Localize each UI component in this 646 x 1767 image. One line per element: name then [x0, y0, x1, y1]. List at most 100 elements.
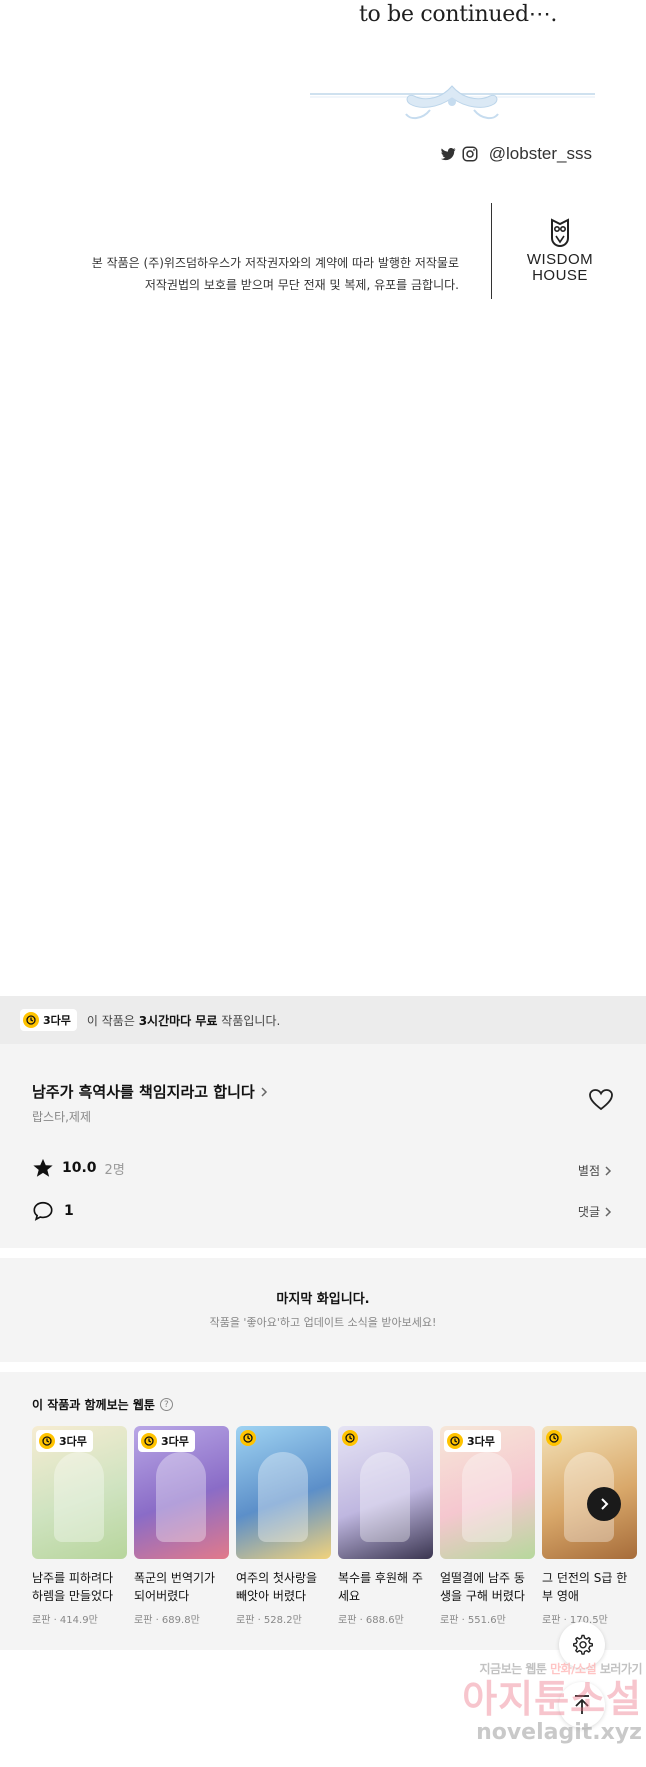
wait-free-badge-label: 3다무 — [161, 1435, 189, 1448]
cover-figure — [54, 1452, 104, 1542]
free-info-suffix: 작품입니다. — [217, 1013, 281, 1028]
series-authors: 랍스타,제제 — [32, 1110, 92, 1124]
cover-figure — [360, 1452, 410, 1542]
recommendation-title[interactable]: 남주를 피하려다 하렘을 만들었다 — [32, 1569, 127, 1605]
ornament-divider — [310, 85, 595, 120]
clock-icon — [342, 1430, 358, 1446]
carousel-next-button[interactable] — [587, 1487, 621, 1521]
help-icon[interactable]: ? — [159, 1398, 173, 1411]
series-title: 남주가 흑역사를 책임지라고 합니다 — [32, 1083, 255, 1101]
cover-thumbnail[interactable]: 3다무 — [134, 1426, 229, 1559]
free-info-banner: 3다무 이 작품은 3시간마다 무료 작품입니다. — [0, 996, 646, 1044]
recommendations: 이 작품과 함께보는 웹툰 ? 3다무남주를 피하려다 하렘을 만들었다로판 ·… — [0, 1372, 646, 1650]
last-episode-subtitle: 작품을 '좋아요'하고 업데이트 소식을 받아보세요! — [209, 1316, 437, 1329]
recommendation-meta: 로판 · 689.8만 — [134, 1615, 200, 1626]
wait-free-badge: 3다무 — [444, 1430, 501, 1452]
series-info: 남주가 흑역사를 책임지라고 합니다 랍스타,제제 10.0 2명 별점 1 댓… — [0, 1044, 646, 1248]
recommendation-card[interactable]: 복수를 후원해 주세요로판 · 688.6만 — [338, 1426, 433, 1626]
watermark-line-3: novelagit.xyz — [476, 1720, 642, 1745]
rating-link[interactable]: 별점 — [578, 1162, 612, 1179]
clock-icon — [240, 1430, 256, 1446]
cover-thumbnail[interactable] — [542, 1426, 637, 1559]
wait-free-badge: 3다무 — [138, 1430, 195, 1452]
copyright-notice: 본 작품은 (주)위즈덤하우스가 저작권자와의 계약에 따라 발행한 저작물로 … — [92, 252, 459, 296]
wait-free-badge-label: 3다무 — [43, 1014, 71, 1027]
arrow-up-icon — [575, 1695, 589, 1714]
free-info-bold: 3시간마다 무료 — [138, 1013, 218, 1028]
recommendation-title[interactable]: 얼떨결에 남주 동생을 구해 버렸다 — [440, 1569, 535, 1605]
recommendation-meta: 로판 · 688.6만 — [338, 1615, 404, 1626]
settings-button[interactable] — [559, 1622, 605, 1668]
chevron-right-icon — [605, 1165, 612, 1176]
publisher-logo: WISDOM HOUSE — [520, 218, 600, 284]
clock-icon — [23, 1012, 39, 1028]
twitter-icon[interactable] — [439, 145, 457, 163]
recommendation-card[interactable]: 3다무 남주를 피하려다 하렘을 만들었다 로판 · 414.9만 — [32, 1426, 127, 1626]
recommendation-card[interactable]: 3다무폭군의 번역기가 되어버렸다로판 · 689.8만 — [134, 1426, 229, 1626]
rating-link-label: 별점 — [577, 1164, 600, 1178]
recommendation-meta: 로판 · 528.2만 — [236, 1615, 302, 1626]
rating-count: 2명 — [104, 1162, 125, 1178]
free-info-prefix: 이 작품은 — [86, 1013, 139, 1028]
last-episode-title: 마지막 화입니다. — [276, 1292, 370, 1307]
cover-thumbnail[interactable]: 3다무 — [32, 1426, 127, 1559]
vertical-divider — [491, 203, 492, 299]
watermark: 지금보는 웹툰 만화/소설 보러가기 아지툰소설 novelagit.xyz — [442, 1660, 642, 1745]
wait-free-badge-label: 3다무 — [467, 1435, 495, 1448]
cover-figure — [462, 1452, 512, 1542]
rating-summary: 10.0 2명 — [32, 1157, 125, 1179]
wait-free-badge — [342, 1430, 358, 1446]
recommendations-heading: 이 작품과 함께보는 웹툰 ? — [32, 1396, 173, 1413]
comment-link[interactable]: 댓글 — [578, 1203, 612, 1220]
recommendation-card[interactable]: 3다무얼떨결에 남주 동생을 구해 버렸다로판 · 551.6만 — [440, 1426, 535, 1626]
recommendations-title: 이 작품과 함께보는 웹툰 — [32, 1398, 155, 1412]
watermark-line-1: 지금보는 웹툰 만화/소설 보러가기 — [442, 1660, 642, 1677]
cover-figure — [156, 1452, 206, 1542]
cover-figure — [258, 1452, 308, 1542]
recommendation-card[interactable]: 여주의 첫사랑을 빼앗아 버렸다로판 · 528.2만 — [236, 1426, 331, 1626]
heart-icon[interactable] — [588, 1088, 614, 1112]
owl-icon — [551, 218, 569, 248]
cover-thumbnail[interactable] — [338, 1426, 433, 1559]
wait-free-badge: 3다무 — [36, 1430, 93, 1452]
gear-icon — [573, 1634, 593, 1655]
comment-link-label: 댓글 — [577, 1205, 600, 1219]
recommendation-title[interactable]: 폭군의 번역기가 되어버렸다 — [134, 1569, 229, 1605]
wait-free-badge — [546, 1430, 562, 1446]
wait-free-badge-label: 3다무 — [59, 1435, 87, 1448]
clock-icon — [546, 1430, 562, 1446]
last-episode-notice: 마지막 화입니다. 작품을 '좋아요'하고 업데이트 소식을 받아보세요! — [0, 1258, 646, 1362]
wait-free-badge: 3다무 — [20, 1009, 77, 1031]
comment-summary: 1 — [32, 1200, 74, 1222]
publisher-name-line-2: HOUSE — [532, 267, 588, 284]
instagram-icon[interactable] — [461, 145, 479, 163]
copyright-line-2: 저작권법의 보호를 받으며 무단 전재 및 복제, 유포를 금합니다. — [144, 278, 459, 292]
recommendation-meta: 로판 · 551.6만 — [440, 1615, 506, 1626]
comment-count: 1 — [64, 1203, 74, 1219]
series-title-link[interactable]: 남주가 흑역사를 책임지라고 합니다 — [32, 1081, 269, 1102]
chevron-right-icon — [605, 1206, 612, 1217]
copyright-line-1: 본 작품은 (주)위즈덤하우스가 저작권자와의 계약에 따라 발행한 저작물로 — [91, 256, 459, 270]
comment-icon — [33, 1201, 53, 1221]
star-icon — [33, 1158, 53, 1177]
recommendation-card[interactable]: 그 던전의 S급 한부 영애 로판 · 170.5만 — [542, 1426, 637, 1626]
cover-thumbnail[interactable] — [236, 1426, 331, 1559]
social-links: @lobster_sss — [439, 144, 592, 164]
watermark-line-1c: 보러가기 — [599, 1662, 643, 1676]
cover-thumbnail[interactable]: 3다무 — [440, 1426, 535, 1559]
wait-free-badge — [240, 1430, 256, 1446]
free-info-text: 이 작품은 3시간마다 무료 작품입니다. — [87, 1012, 280, 1029]
clock-icon — [141, 1433, 157, 1449]
recommendation-title[interactable]: 복수를 후원해 주세요 — [338, 1569, 433, 1605]
clock-icon — [39, 1433, 55, 1449]
recommendation-title[interactable]: 그 던전의 S급 한부 영애 — [542, 1569, 637, 1605]
chevron-right-icon — [261, 1086, 267, 1097]
watermark-line-2: 아지툰소설 — [462, 1677, 642, 1721]
comic-end-panel: to be continued⋯. @lobster_sss 본 작품은 (주)… — [0, 0, 646, 996]
recommendation-title[interactable]: 여주의 첫사랑을 빼앗아 버렸다 — [236, 1569, 331, 1605]
social-handle: @lobster_sss — [488, 144, 592, 163]
watermark-line-1a: 지금보는 웹툰 — [479, 1662, 547, 1676]
publisher-name-line-1: WISDOM — [526, 251, 594, 268]
clock-icon — [447, 1433, 463, 1449]
scroll-top-button[interactable] — [559, 1682, 605, 1728]
